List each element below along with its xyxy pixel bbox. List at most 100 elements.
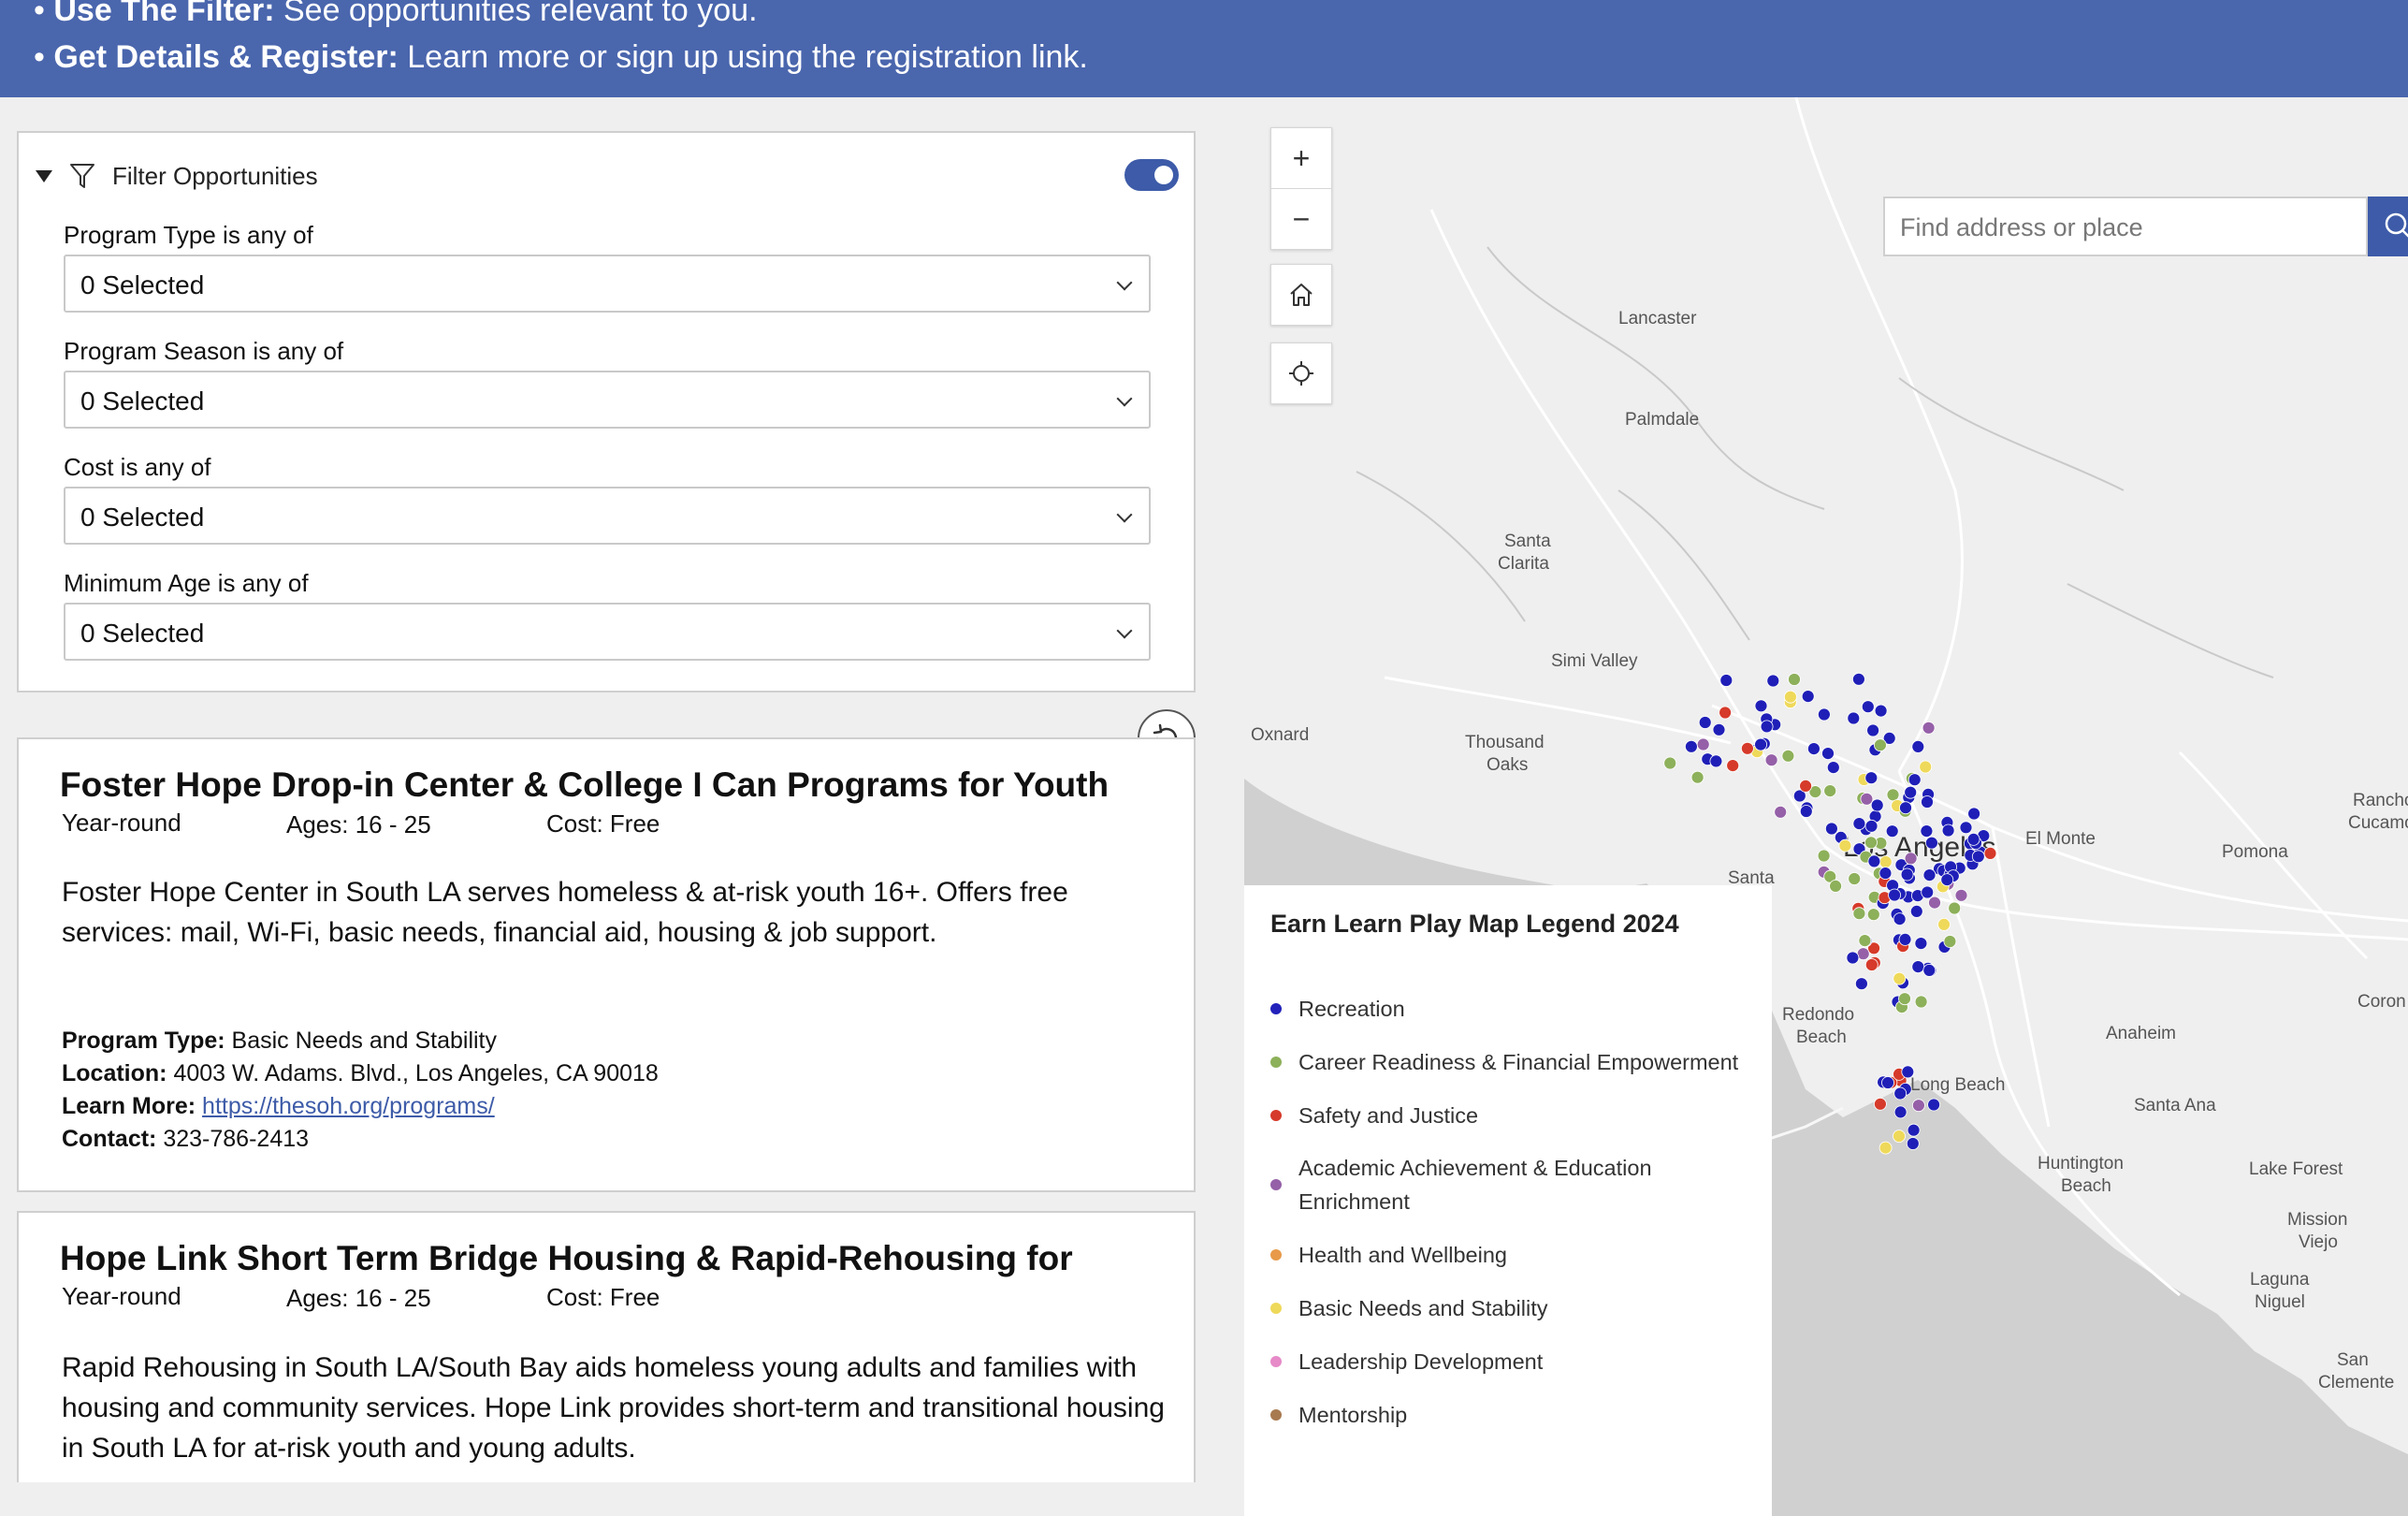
locate-button[interactable]	[1270, 343, 1332, 404]
opportunity-point[interactable]	[1867, 854, 1881, 868]
program-type-select[interactable]: 0 Selected	[64, 255, 1151, 313]
opportunity-point[interactable]	[1847, 711, 1861, 725]
opportunity-point[interactable]	[1941, 824, 1955, 838]
opportunity-point[interactable]	[1909, 905, 1923, 918]
opportunity-point[interactable]	[1885, 824, 1899, 838]
search-button[interactable]	[2368, 197, 2408, 256]
opportunity-point[interactable]	[1928, 896, 1941, 910]
filter-toggle[interactable]	[1124, 159, 1179, 191]
opportunity-point[interactable]	[1898, 992, 1911, 1006]
opportunity-point[interactable]	[1825, 822, 1838, 836]
opportunity-point[interactable]	[1971, 850, 1985, 864]
opportunity-point[interactable]	[1858, 934, 1872, 947]
opportunity-point[interactable]	[1712, 722, 1726, 736]
opportunity-point[interactable]	[1922, 964, 1937, 977]
opportunity-point[interactable]	[1893, 971, 1907, 985]
locate-control[interactable]	[1271, 343, 1331, 403]
opportunity-point[interactable]	[1874, 738, 1887, 752]
opportunity-point[interactable]	[1914, 995, 1928, 1009]
minimum-age-select[interactable]: 0 Selected	[64, 603, 1151, 661]
opportunity-point[interactable]	[1967, 807, 1980, 821]
opportunity-point[interactable]	[1709, 754, 1723, 768]
opportunity-point[interactable]	[1921, 795, 1934, 809]
map-search-input[interactable]: Find address or place	[1883, 197, 2368, 256]
opportunity-point[interactable]	[1911, 740, 1925, 753]
opportunity-point[interactable]	[1912, 1099, 1925, 1113]
opportunity-card[interactable]: Hope Link Short Term Bridge Housing & Ra…	[17, 1211, 1196, 1482]
opportunity-point[interactable]	[1852, 907, 1866, 921]
opportunity-point[interactable]	[1719, 674, 1733, 687]
opportunity-point[interactable]	[1888, 888, 1901, 902]
opportunity-point[interactable]	[1893, 912, 1907, 926]
opportunity-point[interactable]	[1774, 805, 1788, 819]
opportunity-point[interactable]	[1911, 960, 1925, 973]
opportunity-point[interactable]	[1698, 716, 1712, 729]
opportunity-point[interactable]	[1663, 756, 1677, 770]
opportunity-point[interactable]	[1908, 773, 1922, 787]
filter-header[interactable]: Filter Opportunities	[36, 157, 318, 195]
opportunity-point[interactable]	[1866, 723, 1879, 737]
opportunity-point[interactable]	[1922, 721, 1936, 735]
opportunity-point[interactable]	[1959, 821, 1973, 835]
cost-select[interactable]: 0 Selected	[64, 487, 1151, 545]
opportunity-point[interactable]	[1818, 707, 1831, 722]
program-season-select[interactable]: 0 Selected	[64, 371, 1151, 429]
home-control[interactable]	[1271, 265, 1331, 325]
opportunity-point[interactable]	[1852, 672, 1865, 686]
opportunity-point[interactable]	[1726, 759, 1740, 772]
opportunity-point[interactable]	[1838, 838, 1852, 853]
opportunity-point[interactable]	[1719, 706, 1732, 720]
opportunity-point[interactable]	[1799, 780, 1812, 793]
opportunity-point[interactable]	[1874, 1097, 1887, 1111]
home-button[interactable]	[1270, 264, 1332, 326]
opportunity-point[interactable]	[1893, 1105, 1908, 1119]
opportunity-point[interactable]	[1898, 933, 1912, 946]
opportunity-point[interactable]	[1879, 867, 1893, 880]
opportunity-point[interactable]	[1852, 817, 1866, 830]
opportunity-point[interactable]	[1937, 918, 1951, 931]
opportunity-point[interactable]	[1879, 855, 1893, 868]
opportunity-point[interactable]	[1690, 770, 1704, 784]
opportunity-point[interactable]	[1920, 824, 1934, 838]
opportunity-point[interactable]	[1848, 872, 1862, 885]
opportunity-point[interactable]	[1684, 739, 1698, 753]
opportunity-point[interactable]	[1823, 784, 1837, 797]
opportunity-point[interactable]	[1919, 760, 1933, 774]
opportunity-point[interactable]	[1784, 690, 1797, 704]
opportunity-point[interactable]	[1788, 673, 1801, 686]
opportunity-point[interactable]	[1927, 1098, 1940, 1112]
opportunity-point[interactable]	[1900, 867, 1914, 882]
opportunity-point[interactable]	[1922, 868, 1937, 882]
opportunity-point[interactable]	[1983, 847, 1997, 860]
opportunity-point[interactable]	[1781, 749, 1795, 763]
opportunity-point[interactable]	[1914, 937, 1928, 950]
opportunity-point[interactable]	[1817, 849, 1831, 863]
opportunity-point[interactable]	[1821, 747, 1835, 760]
zoom-in-button[interactable]: +	[1271, 128, 1331, 188]
opportunity-point[interactable]	[1943, 935, 1957, 948]
opportunity-point[interactable]	[1741, 741, 1754, 755]
opportunity-point[interactable]	[1899, 801, 1912, 815]
opportunity-point[interactable]	[1940, 873, 1954, 886]
opportunity-point[interactable]	[1801, 690, 1815, 703]
collapse-caret-icon[interactable]	[36, 169, 52, 182]
opportunity-point[interactable]	[1925, 836, 1938, 850]
zoom-out-button[interactable]: −	[1271, 189, 1331, 249]
opportunity-point[interactable]	[1846, 951, 1860, 965]
opportunity-point[interactable]	[1879, 1141, 1893, 1155]
opportunity-point[interactable]	[1954, 888, 1968, 902]
opportunity-point[interactable]	[1907, 1123, 1921, 1137]
opportunity-point[interactable]	[1886, 788, 1900, 802]
opportunity-point[interactable]	[1966, 833, 1980, 846]
opportunity-point[interactable]	[1893, 1130, 1906, 1143]
opportunity-point[interactable]	[1870, 798, 1884, 812]
opportunity-point[interactable]	[1881, 1076, 1894, 1089]
opportunity-point[interactable]	[1893, 1086, 1908, 1101]
opportunity-point[interactable]	[1799, 805, 1813, 818]
opportunity-point[interactable]	[1764, 753, 1778, 767]
opportunity-point[interactable]	[1861, 700, 1875, 714]
opportunity-point[interactable]	[1906, 1137, 1920, 1150]
opportunity-point[interactable]	[1826, 761, 1840, 774]
opportunity-card[interactable]: Foster Hope Drop-in Center & College I C…	[17, 737, 1196, 1192]
opportunity-point[interactable]	[1760, 720, 1774, 734]
